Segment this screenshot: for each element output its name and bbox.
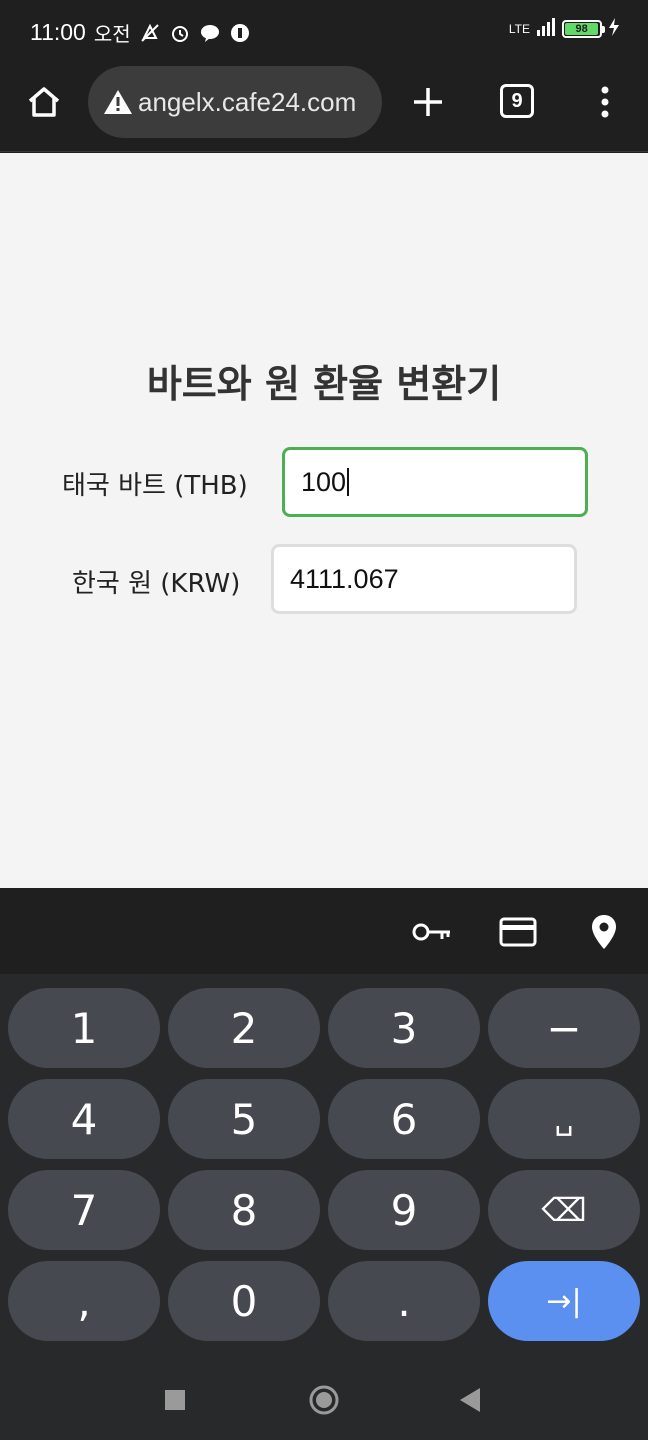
credit-card-icon [499,917,537,947]
home-button[interactable] [22,80,66,124]
key-4[interactable]: 4 [8,1079,160,1159]
key-2[interactable]: 2 [168,988,320,1068]
home-nav-button[interactable] [304,1380,344,1420]
more-menu-button[interactable] [588,80,622,124]
location-pin-icon [592,915,616,949]
key-5[interactable]: 5 [168,1079,320,1159]
payment-button[interactable] [496,910,540,954]
key-next[interactable]: →| [488,1261,640,1341]
address-button[interactable] [582,910,626,954]
password-button[interactable] [410,910,454,954]
key-1[interactable]: 1 [8,988,160,1068]
recent-apps-button[interactable] [155,1380,195,1420]
key-space[interactable]: ␣ [488,1079,640,1159]
page-title: 바트와 원 환율 변환기 [146,362,502,406]
notification-icon [229,22,251,44]
thb-value: 100 [301,466,347,497]
back-button[interactable] [450,1380,490,1420]
key-icon [412,923,450,941]
krw-label: 한국 원 (KRW) [72,569,241,599]
url-bar[interactable]: angelx.cafe24.com [88,66,382,138]
status-right: LTE 98 [509,18,620,40]
back-triangle-icon [460,1388,480,1412]
charging-icon [608,18,620,40]
key-9[interactable]: 9 [328,1170,480,1250]
talk-icon [199,22,221,44]
krw-value: 4111.067 [290,563,399,594]
status-time: 11:00 [30,19,86,45]
key-7[interactable]: 7 [8,1170,160,1250]
tab-switcher-button[interactable]: 9 [500,84,534,118]
alarm-icon [169,22,191,44]
key-minus[interactable]: − [488,988,640,1068]
key-comma[interactable]: , [8,1261,160,1341]
key-6[interactable]: 6 [328,1079,480,1159]
more-icon [601,86,609,118]
numeric-keyboard: 1 2 3 − 4 5 6 ␣ 7 8 9 ⌫ , 0 . →| [0,974,648,1440]
status-left: 11:00 오전 [30,18,251,47]
krw-input[interactable]: 4111.067 [271,544,577,614]
browser-toolbar: angelx.cafe24.com 9 [0,64,648,152]
square-icon [165,1390,185,1410]
url-text: angelx.cafe24.com [138,86,357,117]
circle-icon [309,1385,339,1415]
key-3[interactable]: 3 [328,988,480,1068]
key-8[interactable]: 8 [168,1170,320,1250]
status-bar: 11:00 오전 LTE 98 [0,0,648,64]
status-ampm: 오전 [93,22,131,46]
key-0[interactable]: 0 [168,1261,320,1341]
thb-label: 태국 바트 (THB) [62,471,248,501]
plus-icon [414,88,442,116]
network-label: LTE [508,22,530,36]
home-icon [28,87,60,117]
signal-icon [536,18,556,40]
key-backspace[interactable]: ⌫ [488,1170,640,1250]
mute-icon [139,22,161,44]
new-tab-button[interactable] [406,80,450,124]
text-cursor [347,468,350,496]
thb-input[interactable]: 100 [282,447,588,517]
keyboard-accessory-bar [0,888,648,974]
battery-level: 98 [565,23,599,35]
warning-icon [104,90,132,114]
battery-icon: 98 [562,20,605,38]
key-period[interactable]: . [328,1261,480,1341]
page-content: 바트와 원 환율 변환기 태국 바트 (THB) 100 한국 원 (KRW) … [0,153,648,888]
